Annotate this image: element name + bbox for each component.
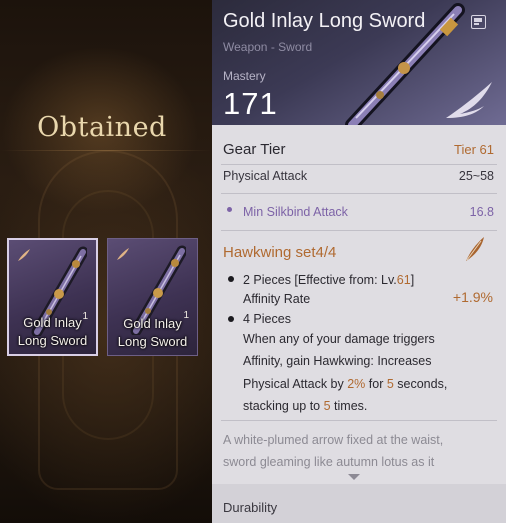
item-card-gold-inlay-long-sword-2[interactable]: 1 Gold Inlay Long Sword — [107, 238, 198, 356]
text: stacking up to — [243, 399, 324, 413]
item-name: Gold Inlay Long Sword — [9, 314, 96, 350]
min-silkbind-row: Min Silkbind Attack 16.8 — [243, 205, 494, 219]
gear-tier-row: Gear Tier Tier 61 — [223, 141, 494, 158]
min-silkbind-label: Min Silkbind Attack — [243, 205, 348, 219]
set-2pieces-prefix: 2 Pieces [Effective from: Lv. — [243, 273, 397, 287]
physical-attack-row: Physical Attack 25~58 — [223, 169, 494, 183]
divider — [221, 420, 497, 421]
item-card-gold-inlay-long-sword-1[interactable]: 1 Gold Inlay Long Sword — [7, 238, 98, 356]
min-silkbind-value: 16.8 — [469, 205, 494, 219]
text: seconds, — [393, 377, 448, 391]
set-4pieces-line1: When any of your damage triggers — [243, 332, 435, 346]
set-4pieces-line4: stacking up to 5 times. — [243, 395, 367, 418]
text: for — [365, 377, 387, 391]
set-bonus-title: Hawkwing set4/4 — [223, 244, 337, 261]
mastery-label: Mastery — [223, 69, 266, 83]
wing-emblem-icon — [446, 82, 492, 118]
durability-label: Durability — [223, 500, 278, 515]
text: Physical Attack by — [243, 377, 348, 391]
silkbind-bullet-icon — [227, 207, 232, 212]
feather-icon — [466, 237, 484, 261]
set-4pieces-line3: Physical Attack by 2% for 5 seconds, — [243, 373, 447, 396]
flavor-line2: sword gleaming like autumn lotus as it — [223, 455, 435, 469]
heading-divider — [0, 150, 212, 151]
obtained-heading: Obtained — [37, 112, 167, 143]
physical-attack-label: Physical Attack — [223, 169, 308, 183]
flavor-text: A white-plumed arrow fixed at the waist,… — [223, 429, 495, 473]
affinity-rate-value: +1.9% — [452, 289, 493, 305]
max-stacks: 5 — [323, 399, 331, 413]
set-4pieces-line2: Affinity, gain Hawkwing: Increases — [243, 354, 432, 368]
divider — [221, 230, 497, 231]
item-name-line2: Long Sword — [117, 334, 188, 349]
bonus-percent: 2% — [347, 377, 366, 391]
set-2pieces-level: 61 — [396, 273, 411, 287]
gear-tier-label: Gear Tier — [223, 141, 286, 158]
mastery-value: 171 — [223, 86, 278, 121]
item-name-line2: Long Sword — [17, 333, 88, 348]
chevron-down-icon[interactable] — [348, 474, 360, 480]
item-name-line1: Gold Inlay — [23, 315, 82, 330]
text: times. — [330, 399, 368, 413]
physical-attack-value: 25~58 — [458, 169, 494, 183]
divider — [221, 193, 497, 194]
item-type: Weapon - Sword — [223, 40, 313, 54]
set-2pieces-suffix: ] — [410, 273, 415, 287]
bullet-icon — [228, 276, 234, 282]
item-name: Gold Inlay Long Sword — [108, 315, 197, 351]
item-tooltip-panel: Gold Inlay Long Sword Weapon - Sword Mas… — [212, 0, 506, 523]
flavor-line1: A white-plumed arrow fixed at the waist, — [223, 433, 444, 447]
gear-tier-value: Tier 61 — [454, 142, 494, 157]
tooltip-header: Gold Inlay Long Sword Weapon - Sword Mas… — [212, 0, 506, 125]
item-title: Gold Inlay Long Sword — [223, 10, 426, 32]
compare-icon[interactable] — [471, 15, 486, 29]
divider — [221, 164, 497, 165]
bullet-icon — [228, 316, 234, 322]
duration-seconds: 5 — [386, 377, 394, 391]
item-name-line1: Gold Inlay — [123, 316, 182, 331]
